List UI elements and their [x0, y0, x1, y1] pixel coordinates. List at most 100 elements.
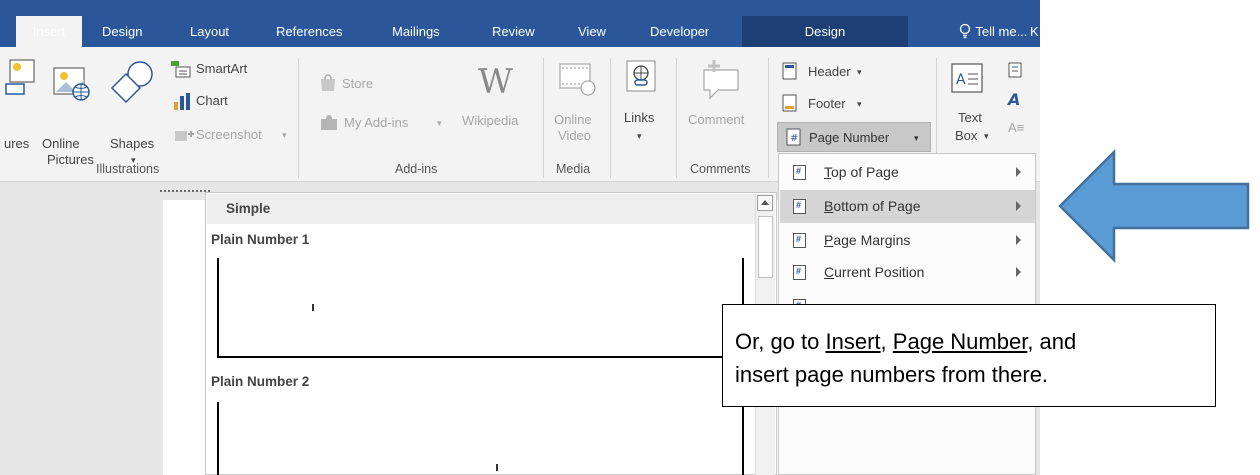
- tab-layout[interactable]: Layout: [190, 16, 229, 47]
- submenu-arrow-icon: [1016, 235, 1021, 245]
- store-icon: [321, 74, 335, 91]
- screenshot-dropdown-arrow: ▾: [282, 130, 287, 140]
- shapes-button[interactable]: Shapes ▾: [106, 58, 164, 165]
- online-pictures-label-1: Online: [42, 136, 80, 151]
- header-icon: [782, 62, 797, 80]
- header-label: Header: [808, 64, 851, 79]
- chart-button[interactable]: Chart: [170, 92, 250, 112]
- screenshot-button[interactable]: Screenshot ▾: [170, 124, 290, 144]
- lightbulb-icon: [959, 23, 971, 39]
- media-group-label: Media: [556, 162, 591, 176]
- chart-icon: [174, 93, 190, 110]
- quick-parts-icon[interactable]: [1008, 62, 1040, 80]
- store-button[interactable]: Store: [318, 74, 398, 94]
- comment-label: Comment: [688, 112, 745, 127]
- text-box-label-2: Box: [955, 128, 978, 143]
- smartart-button[interactable]: SmartArt: [170, 60, 270, 80]
- shapes-icon: [110, 61, 153, 104]
- addins-group-label: Add-ins: [395, 162, 438, 176]
- ribbon-divider: [610, 58, 611, 178]
- menu-item-label: Page Margins: [824, 232, 911, 248]
- links-globe-icon: [626, 60, 656, 92]
- wordart-icon[interactable]: A: [1008, 90, 1040, 109]
- gallery-item-plain-number-1[interactable]: [217, 258, 744, 358]
- comments-group-label: Comments: [690, 162, 751, 176]
- gallery-section-header: [207, 194, 755, 224]
- tab-developer[interactable]: Developer: [650, 16, 709, 47]
- tell-me-box[interactable]: Tell me...: [958, 16, 1027, 47]
- wikipedia-label: Wikipedia: [462, 113, 519, 128]
- ribbon-divider: [298, 58, 299, 178]
- addins-puzzle-icon: [321, 115, 337, 130]
- account-initial[interactable]: K: [1030, 16, 1040, 47]
- menu-item-top-of-page[interactable]: Top of Page: [780, 156, 1035, 189]
- shapes-label: Shapes: [110, 136, 155, 151]
- page-number-marker: [496, 464, 498, 471]
- page-number-button[interactable]: # Page Number ▾: [777, 122, 931, 152]
- links-button[interactable]: Links ▾: [614, 58, 668, 158]
- submenu-arrow-icon: [1016, 167, 1021, 177]
- online-pictures-button[interactable]: Online Pictures: [42, 58, 102, 167]
- svg-text:#: #: [790, 133, 798, 144]
- menu-item-page-margins[interactable]: Page Margins: [780, 224, 1035, 257]
- drop-cap-icon[interactable]: A≡: [1008, 120, 1040, 138]
- footer-icon: [782, 94, 797, 112]
- page-number-icon: #: [786, 128, 801, 146]
- caret-up-icon: [761, 200, 769, 205]
- page-number-icon: [793, 265, 806, 280]
- gallery-item-title: Plain Number 2: [211, 374, 310, 389]
- footer-button[interactable]: Footer ▾: [782, 94, 892, 114]
- online-video-icon: [559, 63, 596, 96]
- tab-references[interactable]: References: [276, 16, 342, 47]
- comment-button[interactable]: Comment: [680, 58, 766, 158]
- gallery-item-title: Plain Number 1: [211, 232, 310, 247]
- ribbon-divider: [543, 58, 544, 178]
- instruction-callout: Or, go to Insert, Page Number, and inser…: [722, 304, 1216, 407]
- callout-link-page-number: Page Number: [892, 329, 1028, 354]
- menu-item-label: Top of Page: [824, 164, 899, 180]
- my-addins-button[interactable]: My Add-ins ▾: [318, 113, 458, 133]
- page-number-icon: [793, 165, 806, 180]
- header-dropdown-arrow: ▾: [857, 67, 862, 77]
- online-video-button[interactable]: Online Video: [550, 60, 608, 160]
- chart-label: Chart: [196, 93, 228, 108]
- menu-item-bottom-of-page[interactable]: Bottom of Page: [780, 190, 1035, 223]
- menu-item-current-position[interactable]: Current Position: [780, 256, 1035, 289]
- footer-label: Footer: [808, 96, 846, 111]
- scroll-up-button[interactable]: [757, 195, 773, 211]
- text-box-dropdown-arrow: ▾: [984, 131, 989, 141]
- tab-insert[interactable]: Insert: [16, 16, 82, 47]
- links-dropdown-arrow: ▾: [637, 131, 642, 141]
- text-box-button[interactable]: A Text Box ▾: [944, 58, 996, 158]
- smartart-label: SmartArt: [196, 61, 248, 76]
- gallery-item-plain-number-2[interactable]: [217, 402, 744, 475]
- ribbon-divider: [676, 58, 677, 178]
- tab-design-contextual[interactable]: Design: [742, 16, 908, 47]
- wikipedia-button[interactable]: W Wikipedia: [462, 60, 540, 160]
- menu-item-label: Bottom of Page: [824, 198, 921, 214]
- tab-review[interactable]: Review: [492, 16, 535, 47]
- callout-line-2: insert page numbers from there.: [735, 362, 1049, 387]
- screenshot-label: Screenshot: [196, 127, 262, 142]
- tell-me-label: Tell me...: [975, 24, 1028, 39]
- callout-line-1: Or, go to Insert, Page Number, and: [735, 329, 1077, 354]
- my-addins-dropdown-arrow: ▾: [437, 118, 442, 128]
- page-edge-bottom: [217, 356, 744, 358]
- tab-view[interactable]: View: [578, 16, 606, 47]
- comment-icon: [703, 60, 739, 100]
- pictures-button[interactable]: ures: [0, 58, 38, 158]
- illustrations-group-label: Illustrations: [96, 162, 160, 176]
- online-pictures-label-2: Pictures: [47, 152, 94, 167]
- tab-mailings[interactable]: Mailings: [392, 16, 440, 47]
- smartart-icon: [171, 61, 191, 78]
- page-number-dropdown-arrow: ▾: [914, 133, 919, 143]
- callout-link-insert: Insert: [825, 329, 881, 354]
- page-number-marker: [312, 304, 314, 311]
- submenu-arrow-icon: [1016, 201, 1021, 211]
- scroll-thumb[interactable]: [758, 216, 773, 278]
- store-label: Store: [342, 76, 374, 91]
- online-video-label-1: Online: [554, 112, 592, 127]
- tab-design[interactable]: Design: [102, 16, 142, 47]
- online-pictures-icon: [53, 67, 90, 101]
- header-button[interactable]: Header ▾: [782, 62, 892, 82]
